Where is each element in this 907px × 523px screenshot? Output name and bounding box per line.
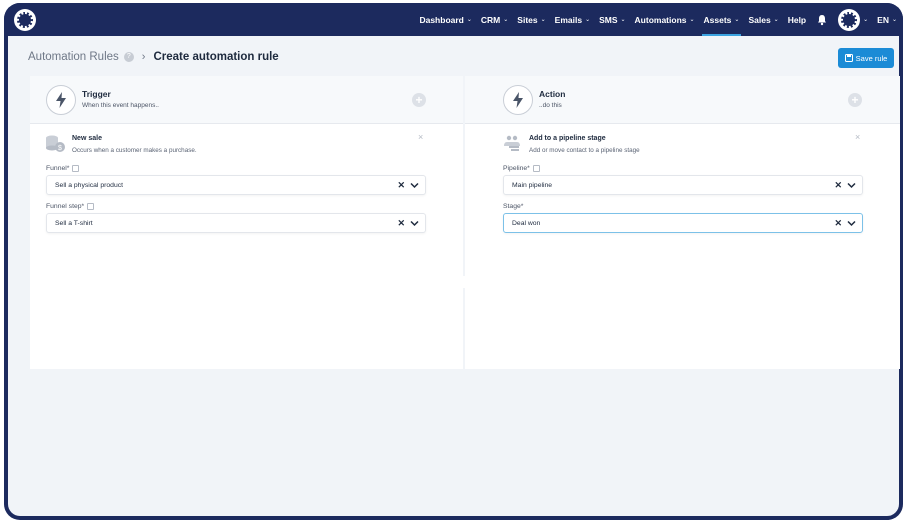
nav-item-label: SMS — [599, 14, 618, 25]
nav-item-label: Sites — [517, 14, 538, 25]
coins-icon: $ — [46, 135, 65, 152]
nav-item-assets[interactable]: Assets ⌄ — [701, 3, 742, 36]
stage-label-text: Stage* — [503, 203, 524, 210]
funnel-label: Funnel* — [46, 165, 80, 172]
save-icon — [844, 54, 853, 62]
action-header: Action ..do this + — [465, 76, 900, 124]
add-trigger-icon[interactable]: + — [412, 93, 426, 107]
funnel-step-value: Sell a T-shirt — [55, 220, 93, 227]
chevron-down-icon: ⌄ — [620, 17, 626, 23]
external-link-icon[interactable] — [87, 203, 95, 210]
chevron-down-icon[interactable] — [410, 220, 419, 227]
nav-item-sites[interactable]: Sites ⌄ — [517, 3, 545, 36]
funnel-step-label: Funnel step* — [46, 203, 95, 210]
chevron-down-icon: ⌄ — [773, 17, 779, 23]
action-card-title: Add to a pipeline stage — [529, 135, 606, 142]
save-rule-label: Save rule — [855, 53, 888, 63]
chevron-down-icon: ⌄ — [540, 17, 546, 23]
action-card-subtitle: Add or move contact to a pipeline stage — [529, 147, 640, 154]
trigger-header: Trigger When this event happens.. + — [30, 76, 463, 124]
trigger-subtitle: When this event happens.. — [82, 102, 159, 109]
stage-value: Deal won — [512, 220, 541, 227]
funnel-value: Sell a physical product — [55, 182, 124, 189]
nav-item-label: Dashboard — [419, 14, 464, 25]
trigger-title: Trigger — [82, 89, 111, 99]
chevron-down-icon: ⌄ — [466, 17, 472, 23]
clear-icon[interactable]: ✕ — [834, 218, 842, 229]
trigger-panel: Trigger When this event happens.. + $ Ne… — [30, 76, 463, 369]
breadcrumb-root[interactable]: Automation Rules — [28, 51, 119, 63]
nav-menu: Dashboard ⌄ CRM ⌄ Sites ⌄ Emails ⌄ SMS ⌄ Auto… — [410, 3, 897, 36]
external-link-icon[interactable] — [72, 165, 80, 172]
trigger-card-title: New sale — [72, 135, 102, 142]
nav-item-dashboard[interactable]: Dashboard ⌄ — [419, 3, 471, 36]
nav-item-sms[interactable]: SMS ⌄ — [599, 3, 625, 36]
external-link-icon[interactable] — [532, 165, 540, 172]
close-icon[interactable]: × — [855, 132, 860, 142]
nav-item-label: Help — [787, 14, 807, 25]
language-selector[interactable]: EN ⌄ — [877, 3, 897, 36]
app-window: Dashboard ⌄ CRM ⌄ Sites ⌄ Emails ⌄ SMS ⌄ Auto… — [4, 3, 903, 520]
avatar-icon[interactable] — [838, 8, 861, 31]
logo-icon[interactable] — [14, 9, 36, 31]
funnel-select[interactable]: Sell a physical product ✕ — [46, 175, 426, 195]
svg-text:$: $ — [58, 145, 62, 152]
pipeline-label: Pipeline* — [503, 165, 540, 172]
stage-select[interactable]: Deal won ✕ — [503, 213, 863, 233]
chevron-down-icon: ⌄ — [891, 17, 897, 23]
pipeline-icon — [504, 135, 520, 151]
nav-item-label: Assets — [703, 14, 732, 25]
clear-icon[interactable]: ✕ — [834, 180, 842, 191]
chevron-down-icon[interactable] — [410, 182, 419, 189]
language-label: EN — [877, 14, 889, 25]
trigger-card-subtitle: Occurs when a customer makes a purchase. — [72, 147, 197, 154]
add-action-icon[interactable]: + — [848, 93, 862, 107]
nav-item-sales[interactable]: Sales ⌄ — [748, 3, 778, 36]
chevron-down-icon[interactable]: ⌄ — [863, 3, 868, 36]
pipeline-value: Main pipeline — [512, 182, 553, 189]
main-content: Automation Rules ? › Create automation r… — [8, 36, 900, 516]
nav-item-emails[interactable]: Emails ⌄ — [555, 3, 590, 36]
lightning-icon — [503, 85, 533, 115]
nav-item-crm[interactable]: CRM ⌄ — [481, 3, 508, 36]
save-rule-button[interactable]: Save rule — [838, 48, 894, 68]
nav-item-label: Automations — [634, 14, 687, 25]
clear-icon[interactable]: ✕ — [397, 218, 405, 229]
nav-item-label: Emails — [554, 14, 583, 25]
nav-item-automations[interactable]: Automations ⌄ — [635, 3, 695, 36]
chevron-down-icon: ⌄ — [689, 17, 695, 23]
stage-label: Stage* — [503, 203, 523, 210]
funnel-step-label-text: Funnel step* — [46, 203, 85, 210]
chevron-down-icon: ⌄ — [503, 17, 509, 23]
lightning-icon — [46, 85, 76, 115]
nav-item-help[interactable]: Help — [788, 3, 806, 36]
nav-item-label: CRM — [480, 14, 501, 25]
chevron-down-icon[interactable] — [847, 220, 856, 227]
chevron-down-icon: ⌄ — [585, 17, 591, 23]
clear-icon[interactable]: ✕ — [397, 180, 405, 191]
panel-divider — [462, 276, 468, 288]
help-icon[interactable]: ? — [123, 52, 134, 62]
nav-item-label: Sales — [748, 14, 771, 25]
page-title: Create automation rule — [153, 51, 279, 63]
chevron-down-icon[interactable] — [847, 182, 856, 189]
funnel-label-text: Funnel* — [46, 165, 70, 172]
close-icon[interactable]: × — [418, 132, 423, 142]
breadcrumb-separator-icon: › — [141, 51, 146, 63]
pipeline-select[interactable]: Main pipeline ✕ — [503, 175, 863, 195]
chevron-down-icon: ⌄ — [734, 17, 740, 23]
action-subtitle: ..do this — [539, 102, 562, 109]
action-panel: Action ..do this + Add to a pipeline sta… — [465, 76, 900, 369]
pipeline-label-text: Pipeline* — [503, 165, 530, 172]
bell-icon[interactable] — [816, 14, 828, 26]
top-navigation: Dashboard ⌄ CRM ⌄ Sites ⌄ Emails ⌄ SMS ⌄ Auto… — [4, 3, 903, 36]
action-title: Action — [539, 89, 566, 99]
breadcrumb: Automation Rules ? › Create automation r… — [28, 51, 279, 63]
funnel-step-select[interactable]: Sell a T-shirt ✕ — [46, 213, 426, 233]
